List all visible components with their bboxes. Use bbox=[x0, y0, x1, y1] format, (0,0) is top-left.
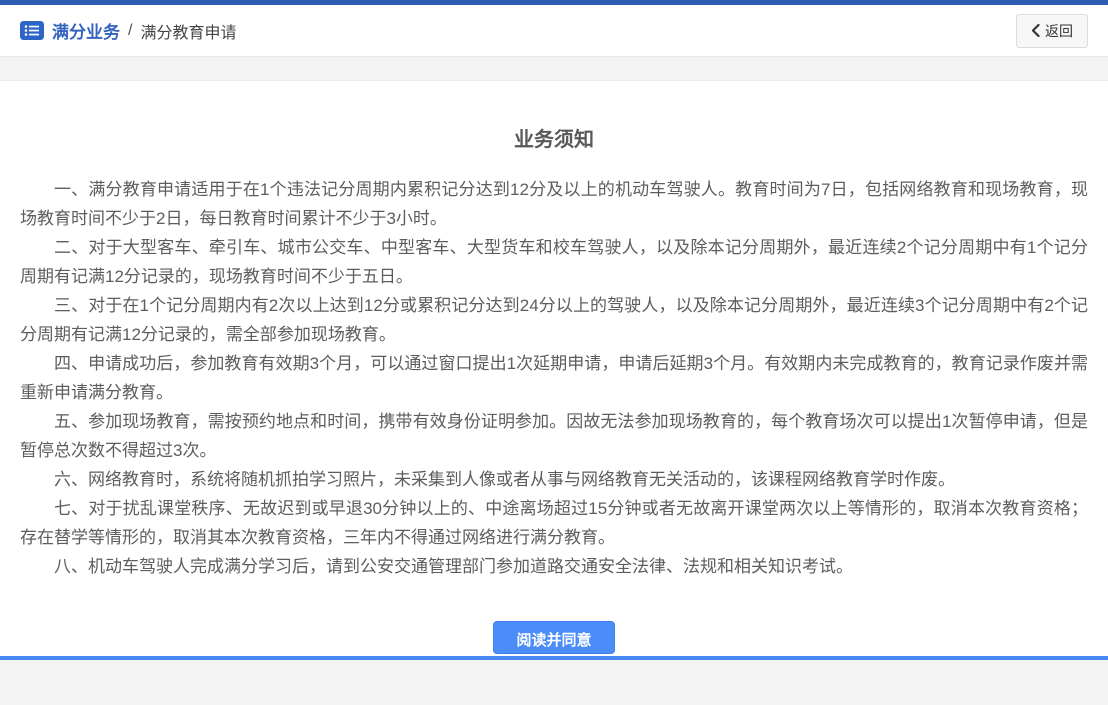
breadcrumb-root-link[interactable]: 满分业务 bbox=[52, 18, 120, 43]
notice-paragraph: 八、机动车驾驶人完成满分学习后，请到公安交通管理部门参加道路交通安全法律、法规和… bbox=[20, 552, 1088, 581]
app-header: 满分业务 / 满分教育申请 返回 bbox=[0, 5, 1108, 57]
notice-paragraph: 二、对于大型客车、牵引车、城市公交车、中型客车、大型货车和校车驾驶人，以及除本记… bbox=[20, 233, 1088, 291]
notice-paragraph: 六、网络教育时，系统将随机抓拍学习照片，未采集到人像或者从事与网络教育无关活动的… bbox=[20, 465, 1088, 494]
back-button[interactable]: 返回 bbox=[1016, 14, 1088, 48]
breadcrumb-current: 满分教育申请 bbox=[140, 19, 236, 43]
bottom-accent-bar bbox=[0, 656, 1108, 660]
notice-panel: 业务须知 一、满分教育申请适用于在1个违法记分周期内累积记分达到12分及以上的机… bbox=[0, 80, 1108, 656]
read-and-agree-button[interactable]: 阅读并同意 bbox=[493, 621, 614, 654]
agree-button-row: 阅读并同意 bbox=[20, 621, 1088, 654]
notice-body: 一、满分教育申请适用于在1个违法记分周期内累积记分达到12分及以上的机动车驾驶人… bbox=[20, 175, 1088, 581]
breadcrumb-separator: / bbox=[128, 22, 132, 40]
notice-paragraph: 四、申请成功后，参加教育有效期3个月，可以通过窗口提出1次延期申请，申请后延期3… bbox=[20, 349, 1088, 407]
notice-paragraph: 五、参加现场教育，需按预约地点和时间，携带有效身份证明参加。因故无法参加现场教育… bbox=[20, 407, 1088, 465]
back-button-label: 返回 bbox=[1045, 21, 1073, 41]
chevron-left-icon bbox=[1031, 24, 1040, 37]
notice-paragraph: 一、满分教育申请适用于在1个违法记分周期内累积记分达到12分及以上的机动车驾驶人… bbox=[20, 175, 1088, 233]
notice-paragraph: 三、对于在1个记分周期内有2次以上达到12分或累积记分达到24分以上的驾驶人，以… bbox=[20, 291, 1088, 349]
page-title: 业务须知 bbox=[20, 127, 1088, 153]
list-icon bbox=[20, 21, 44, 40]
notice-paragraph: 七、对于扰乱课堂秩序、无故迟到或早退30分钟以上的、中途离场超过15分钟或者无故… bbox=[20, 494, 1088, 552]
breadcrumb: 满分业务 / 满分教育申请 bbox=[20, 18, 1016, 43]
